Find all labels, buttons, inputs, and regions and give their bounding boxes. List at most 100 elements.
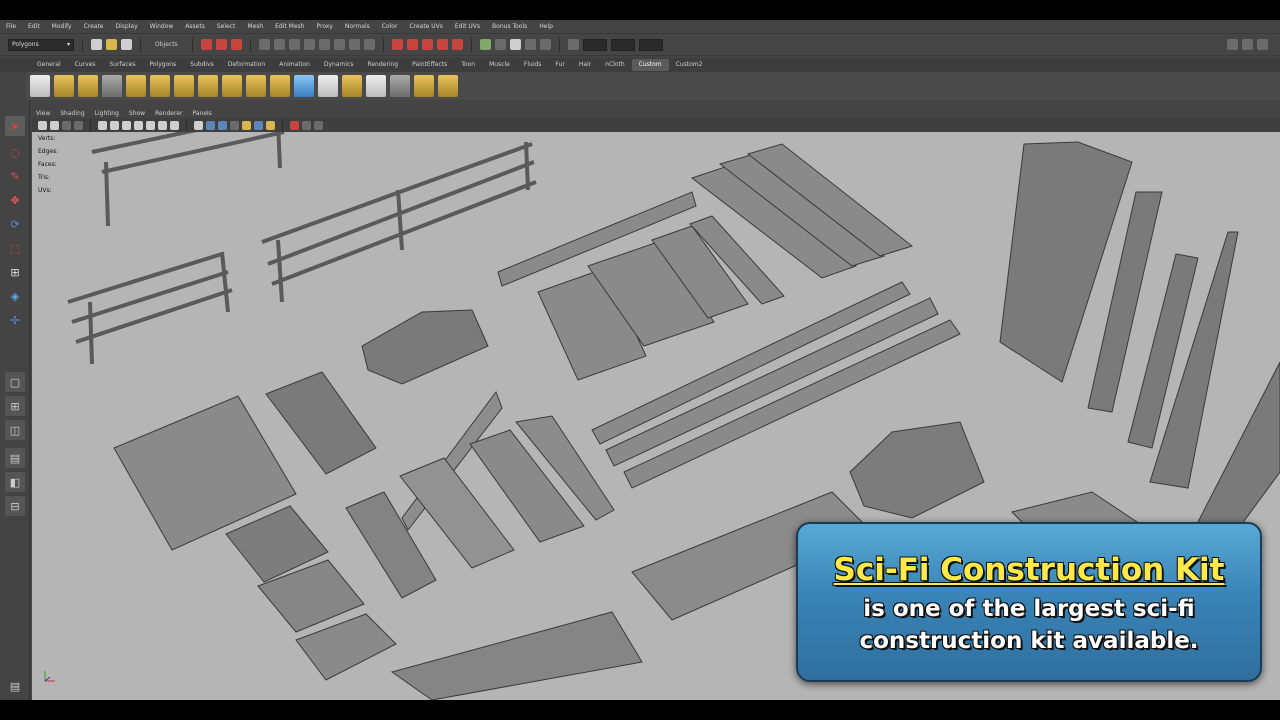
mask-dynamic-icon[interactable] [333, 39, 345, 50]
render-icon[interactable] [509, 39, 521, 50]
menu-edit-uvs[interactable]: Edit UVs [455, 23, 480, 30]
render-view-icon[interactable] [494, 39, 506, 50]
input-line-icon[interactable] [567, 39, 579, 50]
camera-icon[interactable] [38, 120, 47, 130]
viewport-menu-lighting[interactable]: Lighting [95, 110, 119, 117]
viewport-menu-shading[interactable]: Shading [60, 110, 84, 117]
menu-file[interactable]: File [6, 23, 16, 30]
resolution-gate-icon[interactable] [122, 120, 131, 130]
default-lighting-icon[interactable] [242, 120, 251, 130]
bookmark-icon[interactable] [62, 120, 71, 130]
wireframe-icon[interactable] [194, 120, 203, 130]
mask-surface-icon[interactable] [303, 39, 315, 50]
input-field-x[interactable] [582, 38, 607, 51]
toggle-sidebar-icon[interactable] [1227, 39, 1238, 50]
layout-single-icon[interactable]: ▢ [5, 372, 25, 392]
mask-curve-icon[interactable] [288, 39, 300, 50]
shelf-tab-custom2[interactable]: Custom2 [669, 59, 710, 71]
xray-icon[interactable] [230, 120, 239, 130]
lasso-tool-icon[interactable]: ◌ [5, 142, 25, 162]
ipr-render-icon[interactable] [524, 39, 536, 50]
shelf-tool-icon[interactable] [54, 75, 74, 97]
menu-mesh[interactable]: Mesh [247, 23, 263, 30]
save-scene-icon[interactable] [121, 39, 132, 50]
viewport-menu-panels[interactable]: Panels [192, 110, 211, 117]
menu-window[interactable]: Window [150, 23, 174, 30]
shelf-tab-deformation[interactable]: Deformation [221, 59, 272, 71]
snap-grid-icon[interactable] [391, 39, 403, 50]
history-icon[interactable] [479, 39, 491, 50]
paint-select-icon[interactable]: ✎ [5, 166, 25, 186]
soft-mod-icon[interactable]: ◈ [5, 286, 25, 306]
shelf-tool-icon[interactable] [150, 75, 170, 97]
toggle-attribute-editor-icon[interactable] [1242, 39, 1253, 50]
shelf-tool-icon[interactable] [246, 75, 266, 97]
layout-side-icon[interactable]: ◫ [5, 420, 25, 440]
safe-action-icon[interactable] [158, 120, 167, 130]
viewport-menu-view[interactable]: View [36, 110, 50, 117]
mask-render-icon[interactable] [348, 39, 360, 50]
menu-help[interactable]: Help [539, 23, 553, 30]
mask-joint-icon[interactable] [273, 39, 285, 50]
shelf-tool-icon[interactable] [78, 75, 98, 97]
safe-title-icon[interactable] [170, 120, 179, 130]
use-all-lights-icon[interactable] [266, 120, 275, 130]
universal-manipulator-icon[interactable]: ⊞ [5, 262, 25, 282]
smooth-shade-icon[interactable] [206, 120, 215, 130]
menu-assets[interactable]: Assets [185, 23, 205, 30]
shelf-tool-icon[interactable] [198, 75, 218, 97]
shelf-tab-subdivs[interactable]: Subdivs [183, 59, 221, 71]
snap-plane-icon[interactable] [436, 39, 448, 50]
snap-live-icon[interactable] [451, 39, 463, 50]
shelf-tool-icon[interactable] [390, 75, 410, 97]
select-hierarchy-icon[interactable] [200, 39, 212, 50]
shelf-tab-painteffects[interactable]: PaintEffects [405, 59, 454, 71]
textured-icon[interactable] [254, 120, 263, 130]
shelf-tool-icon[interactable] [222, 75, 242, 97]
shelf-tool-icon[interactable] [342, 75, 362, 97]
snap-point-icon[interactable] [421, 39, 433, 50]
field-chart-icon[interactable] [146, 120, 155, 130]
mode-select[interactable]: Polygons ▾ [8, 38, 74, 51]
shelf-tool-icon[interactable] [126, 75, 146, 97]
shelf-tab-toon[interactable]: Toon [454, 59, 482, 71]
shelf-tool-icon[interactable] [102, 75, 122, 97]
layout-persp-graph-icon[interactable]: ▤ [5, 448, 25, 468]
layout-four-icon[interactable]: ⊞ [5, 396, 25, 416]
shelf-tool-icon[interactable] [438, 75, 458, 97]
isolate-select-icon[interactable] [290, 120, 299, 130]
high-quality-icon[interactable] [302, 120, 311, 130]
move-tool-icon[interactable]: ✥ [5, 190, 25, 210]
mask-handle-icon[interactable] [258, 39, 270, 50]
shelf-tool-icon[interactable] [270, 75, 290, 97]
snap-curve-icon[interactable] [406, 39, 418, 50]
new-scene-icon[interactable] [91, 39, 102, 50]
shelf-tab-fur[interactable]: Fur [548, 59, 571, 71]
shelf-selected-icon[interactable] [294, 75, 314, 97]
shelf-script-icon[interactable] [30, 75, 50, 97]
select-object-icon[interactable] [215, 39, 227, 50]
shelf-tab-rendering[interactable]: Rendering [360, 59, 405, 71]
menu-proxy[interactable]: Proxy [316, 23, 332, 30]
camera-attributes-icon[interactable] [50, 120, 59, 130]
menu-create[interactable]: Create [84, 23, 104, 30]
menu-edit-mesh[interactable]: Edit Mesh [275, 23, 304, 30]
shelf-tab-ncloth[interactable]: nCloth [598, 59, 632, 71]
shelf-tab-curves[interactable]: Curves [68, 59, 103, 71]
rotate-tool-icon[interactable]: ⟳ [5, 214, 25, 234]
menu-bonus-tools[interactable]: Bonus Tools [492, 23, 527, 30]
show-manipulator-icon[interactable]: ✢ [5, 310, 25, 330]
mask-deform-icon[interactable] [318, 39, 330, 50]
shelf-tab-fluids[interactable]: Fluids [517, 59, 549, 71]
scale-tool-icon[interactable]: ⬚ [5, 238, 25, 258]
layout-persp-outliner-icon[interactable]: ◧ [5, 472, 25, 492]
menu-display[interactable]: Display [116, 23, 138, 30]
image-plane-icon[interactable] [74, 120, 83, 130]
objects-mode-label[interactable]: Objects [155, 41, 178, 48]
shelf-script-icon[interactable] [318, 75, 338, 97]
script-editor-icon[interactable]: ▤ [5, 676, 25, 696]
shelf-tool-icon[interactable] [414, 75, 434, 97]
shelf-tab-animation[interactable]: Animation [272, 59, 317, 71]
shelf-tab-surfaces[interactable]: Surfaces [102, 59, 142, 71]
mask-misc-icon[interactable] [363, 39, 375, 50]
